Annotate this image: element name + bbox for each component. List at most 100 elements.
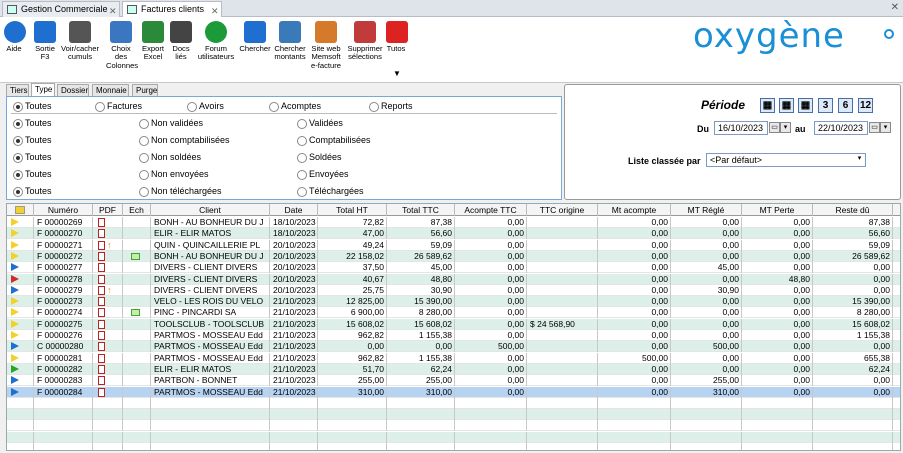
- status-radio-1-2[interactable]: Comptabilisées: [297, 135, 371, 146]
- pdf-icon[interactable]: [98, 263, 105, 273]
- table-row[interactable]: F 00000270 ELIR - ELIR MATOS 18/10/2023 47,…: [7, 228, 900, 240]
- status-radio-2-1[interactable]: Non soldées: [139, 152, 201, 163]
- pdf-icon[interactable]: [98, 297, 105, 307]
- column-header[interactable]: PDF: [93, 204, 123, 216]
- type-radio-1[interactable]: Factures: [95, 101, 142, 112]
- calendar-day-icon[interactable]: ▦: [760, 98, 775, 113]
- column-header[interactable]: MT Réglé: [671, 204, 742, 216]
- period-3-button[interactable]: 3: [818, 98, 833, 113]
- column-header[interactable]: Acompte TTC: [455, 204, 527, 216]
- columns-button[interactable]: Choix des Colonnes: [106, 21, 138, 70]
- echeance-icon[interactable]: [131, 252, 140, 260]
- column-header[interactable]: Total HT: [318, 204, 387, 216]
- filter-tab-dossier[interactable]: Dossier: [57, 84, 89, 96]
- list-sort-select[interactable]: <Par défaut>: [706, 153, 866, 167]
- close-icon[interactable]: ✕: [211, 4, 219, 18]
- table-row[interactable]: [7, 397, 900, 409]
- help-button[interactable]: Aide: [4, 21, 26, 53]
- pdf-icon[interactable]: [98, 319, 105, 329]
- type-radio-4[interactable]: Reports: [369, 101, 413, 112]
- table-row[interactable]: F 00000278 DIVERS - CLIENT DIVERS 20/10/20…: [7, 273, 900, 285]
- pdf-icon[interactable]: [98, 353, 105, 363]
- forum-button[interactable]: Forum utilisateurs: [196, 21, 236, 62]
- pdf-icon[interactable]: [98, 364, 105, 374]
- status-radio-0-1[interactable]: Non validées: [139, 118, 203, 129]
- table-row[interactable]: F 00000272 BONH - AU BONHEUR DU J 20/10/20…: [7, 250, 900, 262]
- flag-filter-icon[interactable]: [7, 204, 34, 216]
- column-header[interactable]: Ech: [123, 204, 151, 216]
- chevron-down-icon[interactable]: ▾: [880, 122, 891, 133]
- table-row[interactable]: F 00000271 QUIN - QUINCAILLERIE PL 20/10/2…: [7, 239, 900, 251]
- column-header[interactable]: Date: [270, 204, 318, 216]
- table-row[interactable]: C 00000280 PARTMOS - MOSSEAU Edd 21/10/202…: [7, 341, 900, 353]
- pdf-icon[interactable]: [98, 342, 105, 352]
- table-row[interactable]: F 00000277 DIVERS - CLIENT DIVERS 20/10/20…: [7, 262, 900, 274]
- calendar-week-icon[interactable]: ▦: [779, 98, 794, 113]
- calendar-icon[interactable]: ▭: [769, 122, 780, 133]
- window-close-icon[interactable]: ✕: [891, 2, 899, 13]
- status-radio-0-0[interactable]: Toutes: [13, 118, 52, 129]
- table-row[interactable]: F 00000284 PARTMOS - MOSSEAU Edd 21/10/202…: [7, 386, 900, 398]
- tab-factures-clients[interactable]: Factures clients ✕: [122, 1, 222, 18]
- chevron-down-icon[interactable]: ▾: [780, 122, 791, 133]
- exit-button[interactable]: Sortie F3: [32, 21, 58, 62]
- table-row[interactable]: F 00000276 PARTMOS - MOSSEAU Edd 21/10/202…: [7, 330, 900, 341]
- sum-button[interactable]: Voir/cacher cumuls: [60, 21, 100, 62]
- table-row[interactable]: F 00000269 BONH - AU BONHEUR DU J 18/10/20…: [7, 217, 900, 228]
- delete-button[interactable]: Supprimer sélections: [346, 21, 384, 62]
- pdf-icon[interactable]: [98, 331, 105, 340]
- filter-tab-tiers[interactable]: Tiers: [6, 84, 29, 96]
- web-button[interactable]: Site web Memsoft e-facture: [308, 21, 344, 70]
- table-row[interactable]: F 00000283 PARTBON - BONNET 21/10/2023 255,…: [7, 375, 900, 387]
- column-header[interactable]: Numéro: [34, 204, 93, 216]
- close-icon[interactable]: ✕: [109, 4, 117, 18]
- chevron-down-icon[interactable]: ▾: [854, 154, 865, 165]
- calendar-icon[interactable]: ▭: [869, 122, 880, 133]
- status-radio-3-1[interactable]: Non envoyées: [139, 169, 209, 180]
- table-row[interactable]: [7, 409, 900, 421]
- search-button[interactable]: Chercher: [238, 21, 272, 53]
- table-row[interactable]: F 00000273 VELO - LES ROIS DU VELO 21/10/2…: [7, 296, 900, 308]
- column-header[interactable]: Total TTC: [387, 204, 455, 216]
- video-button[interactable]: Tutos: [386, 21, 408, 53]
- table-row[interactable]: F 00000275 TOOLSCLUB - TOOLSCLUB 21/10/202…: [7, 318, 900, 330]
- status-radio-4-2[interactable]: Téléchargées: [297, 186, 364, 197]
- type-radio-2[interactable]: Avoirs: [187, 101, 224, 112]
- search-amount-button[interactable]: Chercher montants: [272, 21, 308, 62]
- calendar-month-icon[interactable]: ▦: [798, 98, 813, 113]
- column-header[interactable]: Mt acompte: [598, 204, 671, 216]
- pdf-icon[interactable]: [98, 387, 105, 397]
- table-row[interactable]: F 00000282 ELIR - ELIR MATOS 21/10/2023 51,…: [7, 363, 900, 375]
- type-radio-0[interactable]: Toutes: [13, 101, 52, 112]
- date-from-input[interactable]: 16/10/2023: [714, 121, 768, 135]
- date-to-input[interactable]: 22/10/2023: [814, 121, 868, 135]
- period-6-button[interactable]: 6: [838, 98, 853, 113]
- pdf-icon[interactable]: [98, 229, 105, 239]
- column-header[interactable]: TTC origine: [527, 204, 598, 216]
- type-radio-3[interactable]: Acomptes: [269, 101, 321, 112]
- table-row[interactable]: [7, 420, 900, 432]
- table-row[interactable]: F 00000274 PINC - PINCARDI SA 21/10/2023 6 …: [7, 307, 900, 319]
- echeance-icon[interactable]: [131, 309, 140, 317]
- status-radio-1-1[interactable]: Non comptabilisées: [139, 135, 230, 146]
- table-row[interactable]: F 00000281 PARTMOS - MOSSEAU Edd 21/10/202…: [7, 352, 900, 364]
- table-row[interactable]: [7, 431, 900, 443]
- chevron-down-icon[interactable]: ▼: [393, 69, 401, 78]
- pdf-icon[interactable]: [98, 274, 105, 284]
- pdf-icon[interactable]: [98, 218, 105, 227]
- tab-gestion-commerciale[interactable]: Gestion Commerciale ✕: [2, 1, 120, 17]
- status-radio-3-0[interactable]: Toutes: [13, 169, 52, 180]
- pdf-icon[interactable]: [98, 308, 105, 318]
- status-radio-4-0[interactable]: Toutes: [13, 186, 52, 197]
- filter-tab-monnaie[interactable]: Monnaie: [92, 84, 129, 96]
- pdf-icon[interactable]: [98, 285, 105, 295]
- filter-tab-purge[interactable]: Purge: [132, 84, 158, 96]
- excel-button[interactable]: Export Excel: [140, 21, 166, 62]
- pdf-icon[interactable]: [98, 376, 105, 386]
- filter-tab-type[interactable]: Type: [31, 83, 55, 96]
- column-header[interactable]: Client: [151, 204, 270, 216]
- docs-button[interactable]: Docs liés: [170, 21, 192, 62]
- status-radio-0-2[interactable]: Validées: [297, 118, 343, 129]
- status-radio-4-1[interactable]: Non téléchargées: [139, 186, 222, 197]
- status-radio-2-0[interactable]: Toutes: [13, 152, 52, 163]
